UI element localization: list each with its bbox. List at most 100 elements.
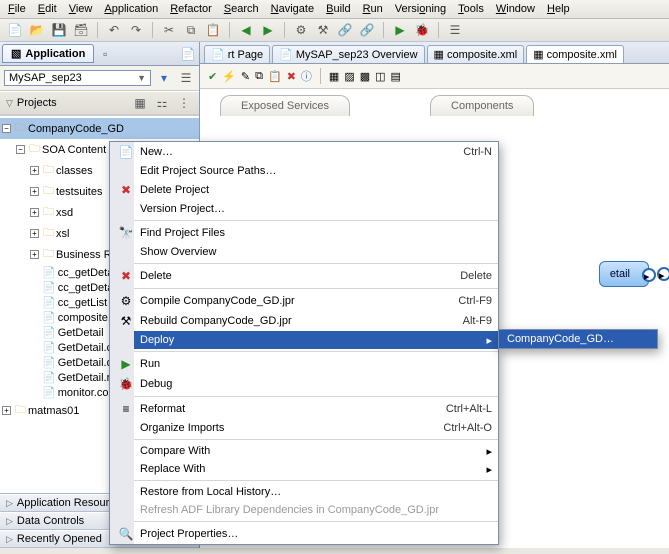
proj-tb1-icon[interactable]: ▦ xyxy=(131,94,149,112)
grid3-icon[interactable]: ▩ xyxy=(360,70,370,83)
plus-icon[interactable]: + xyxy=(30,250,39,259)
new-icon[interactable]: 📄 xyxy=(6,21,24,39)
application-combo-value: MySAP_sep23 xyxy=(9,72,82,84)
proj-tb3-icon[interactable]: ⋮ xyxy=(175,94,193,112)
menu-item-reformat[interactable]: ≡ReformatCtrl+Alt-L xyxy=(134,399,498,419)
search-icon: 🔍 xyxy=(118,527,134,541)
editor-tab-active[interactable]: ▦composite.xml xyxy=(526,45,624,63)
menu-run[interactable]: Run xyxy=(363,3,383,15)
open-icon[interactable]: 📂 xyxy=(28,21,46,39)
app-dropdown-icon[interactable]: ▾ xyxy=(155,69,173,87)
flow-node[interactable]: etail ▸ xyxy=(599,261,649,287)
submenu-item-deploy-target[interactable]: CompanyCode_GD… xyxy=(499,330,657,348)
make-icon[interactable]: ⚙ xyxy=(292,21,310,39)
submenu-arrow-icon: ▸ xyxy=(486,334,492,347)
menu-search[interactable]: Search xyxy=(224,3,259,15)
chevron-right-icon: ▷ xyxy=(6,498,13,509)
menu-item-restore-history[interactable]: Restore from Local History… xyxy=(134,483,498,501)
paste-icon[interactable]: 📋 xyxy=(268,70,282,83)
rebuild-icon[interactable]: ⚒ xyxy=(314,21,332,39)
menu-edit[interactable]: Edit xyxy=(38,3,57,15)
copy-icon[interactable]: ⧉ xyxy=(182,21,200,39)
menu-item-deploy[interactable]: Deploy▸ xyxy=(134,331,498,349)
redo-icon[interactable]: ↷ xyxy=(127,21,145,39)
back-icon[interactable]: ◀ xyxy=(237,21,255,39)
menu-item-new[interactable]: 📄New…Ctrl-N xyxy=(134,142,498,162)
minus-icon[interactable]: − xyxy=(2,124,11,133)
menu-item-debug[interactable]: 🐞Debug xyxy=(134,374,498,394)
menu-item-run[interactable]: ▶Run xyxy=(134,354,498,374)
tab-extra-icon[interactable]: ▫ xyxy=(96,45,114,63)
exposed-services-tab[interactable]: Exposed Services xyxy=(220,95,350,116)
menu-navigate[interactable]: Navigate xyxy=(271,3,314,15)
app-action-icon[interactable]: ☰ xyxy=(177,69,195,87)
bolt-icon[interactable]: ⚡ xyxy=(222,70,236,83)
folder-icon: 🗀 xyxy=(15,401,26,420)
menu-item-project-properties[interactable]: 🔍Project Properties… xyxy=(134,524,498,544)
editor-tab[interactable]: 📄rt Page xyxy=(204,45,270,63)
menu-item-rebuild[interactable]: ⚒Rebuild CompanyCode_GD.jprAlt-F9 xyxy=(134,311,498,331)
grid4-icon[interactable]: ◫ xyxy=(375,70,385,83)
undo-icon[interactable]: ↶ xyxy=(105,21,123,39)
forward-icon[interactable]: ▶ xyxy=(259,21,277,39)
menu-build[interactable]: Build xyxy=(326,3,350,15)
plus-icon[interactable]: + xyxy=(30,208,39,217)
menu-item-replace-with[interactable]: Replace With▸ xyxy=(134,460,498,478)
projects-header[interactable]: ▽ Projects ▦ ⚏ ⋮ xyxy=(0,91,199,115)
plus-icon[interactable]: + xyxy=(30,187,39,196)
menu-help[interactable]: Help xyxy=(547,3,570,15)
binoculars-icon: 🔭 xyxy=(118,226,134,240)
proj-tb2-icon[interactable]: ⚏ xyxy=(153,94,171,112)
menu-file[interactable]: FFileile xyxy=(8,3,26,15)
grid1-icon[interactable]: ▦ xyxy=(329,70,339,83)
run-icon[interactable]: ▶ xyxy=(391,21,409,39)
paste-icon[interactable]: 📋 xyxy=(204,21,222,39)
menu-item-delete[interactable]: ✖DeleteDelete xyxy=(134,266,498,286)
edge-port-icon[interactable]: ▸ xyxy=(657,267,669,281)
menu-item-show-overview[interactable]: Show Overview xyxy=(134,243,498,261)
menu-item-version-project[interactable]: Version Project… xyxy=(134,200,498,218)
output-port-icon[interactable]: ▸ xyxy=(642,268,656,282)
extra-icon[interactable]: ☰ xyxy=(446,21,464,39)
doc-icon[interactable]: 📄 xyxy=(179,45,197,63)
plus-icon[interactable]: + xyxy=(30,166,39,175)
plus-icon[interactable]: + xyxy=(2,406,11,415)
tree-root[interactable]: − 🗀 CompanyCode_GD xyxy=(0,118,199,139)
link1-icon[interactable]: 🔗 xyxy=(336,21,354,39)
menu-item-compile[interactable]: ⚙Compile CompanyCode_GD.jprCtrl-F9 xyxy=(134,291,498,311)
wand-icon[interactable]: ✎ xyxy=(241,70,250,83)
menu-application[interactable]: Application xyxy=(104,3,158,15)
components-tab[interactable]: Components xyxy=(430,95,534,116)
menu-tools[interactable]: Tools xyxy=(458,3,484,15)
delete-icon[interactable]: ✖ xyxy=(287,70,296,83)
save-icon[interactable]: 💾 xyxy=(50,21,68,39)
file-icon: 📄 xyxy=(42,311,56,324)
info-icon[interactable]: ⓘ xyxy=(301,68,312,84)
context-menu: 📄New…Ctrl-N Edit Project Source Paths… ✖… xyxy=(109,141,499,545)
menu-item-organize-imports[interactable]: Organize ImportsCtrl+Alt-O xyxy=(134,419,498,437)
editor-tab[interactable]: 📄MySAP_sep23 Overview xyxy=(272,45,424,63)
save-all-icon[interactable]: 🗃 xyxy=(72,21,90,39)
page-icon: 📄 xyxy=(211,48,225,61)
cut-icon[interactable]: ✂ xyxy=(160,21,178,39)
menu-refactor[interactable]: Refactor xyxy=(170,3,212,15)
application-tab[interactable]: ▧ Application xyxy=(2,44,94,63)
plus-icon[interactable]: + xyxy=(30,229,39,238)
menu-item-compare-with[interactable]: Compare With▸ xyxy=(134,442,498,460)
menu-item-delete-project[interactable]: ✖Delete Project xyxy=(134,180,498,200)
menu-item-edit-source-paths[interactable]: Edit Project Source Paths… xyxy=(134,162,498,180)
reformat-icon: ≡ xyxy=(118,402,134,416)
grid2-icon[interactable]: ▨ xyxy=(344,70,354,83)
application-combo[interactable]: MySAP_sep23 ▼ xyxy=(4,70,151,86)
menu-window[interactable]: Window xyxy=(496,3,535,15)
menu-item-find-files[interactable]: 🔭Find Project Files xyxy=(134,223,498,243)
check-icon[interactable]: ✔ xyxy=(208,70,217,83)
minus-icon[interactable]: − xyxy=(16,145,25,154)
grid5-icon[interactable]: ▤ xyxy=(391,70,401,83)
menu-versioning[interactable]: Versioning xyxy=(395,3,446,15)
menu-view[interactable]: View xyxy=(69,3,93,15)
editor-tab[interactable]: ▦composite.xml xyxy=(427,45,525,63)
debug-icon[interactable]: 🐞 xyxy=(413,21,431,39)
link2-icon[interactable]: 🔗 xyxy=(358,21,376,39)
copy-icon[interactable]: ⧉ xyxy=(255,70,263,83)
